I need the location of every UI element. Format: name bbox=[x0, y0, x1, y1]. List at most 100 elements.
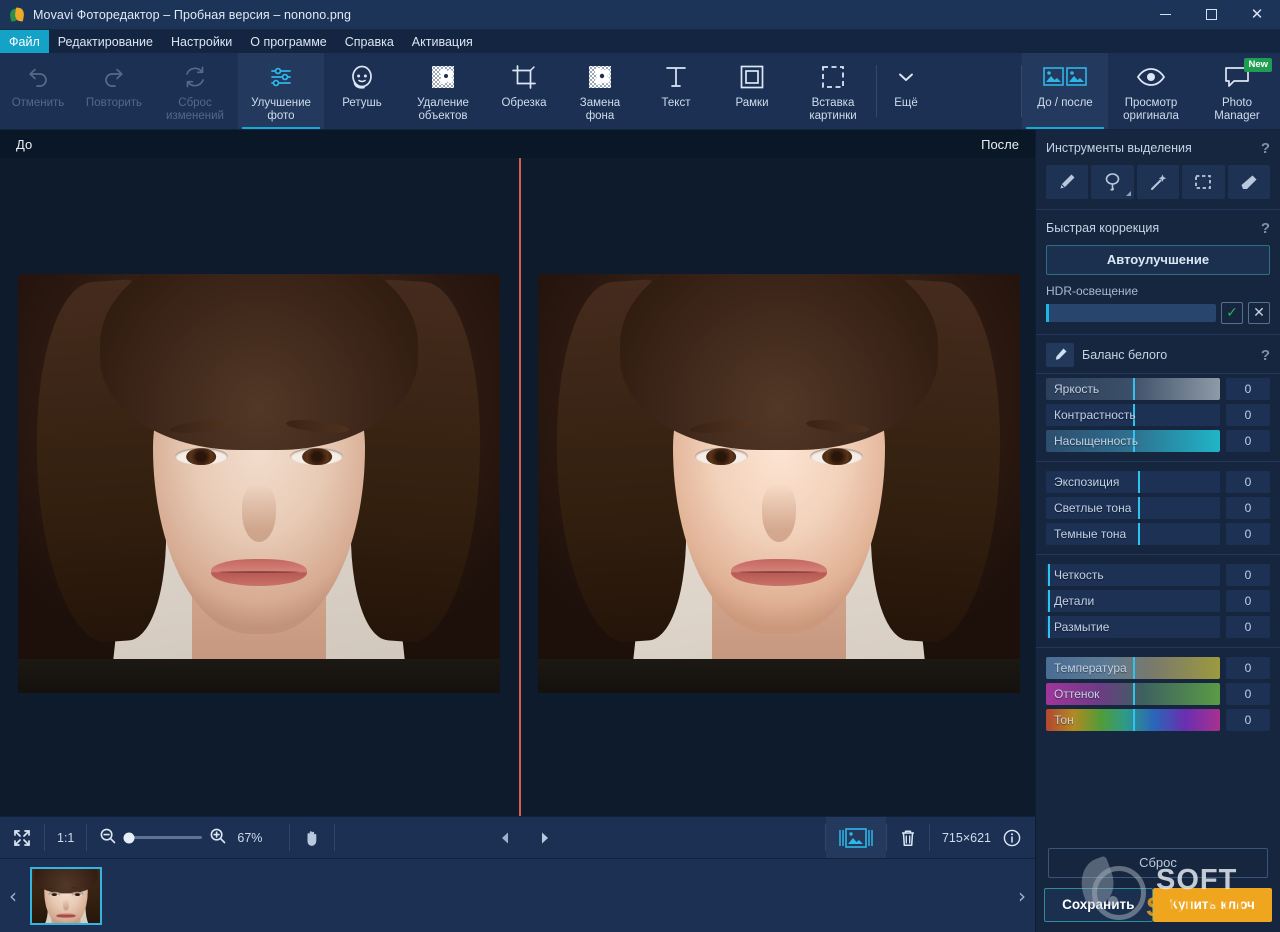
tool-object-removal[interactable]: Удаление объектов bbox=[400, 53, 486, 129]
quick-correction-section: Быстрая коррекция ? Автоулучшение HDR-ос… bbox=[1036, 210, 1280, 335]
selection-tools-row bbox=[1046, 165, 1270, 199]
slider-shadows-track[interactable]: Темные тона bbox=[1046, 523, 1220, 545]
slider-highlights-value[interactable]: 0 bbox=[1226, 497, 1270, 519]
check-icon[interactable]: ✓ bbox=[1221, 302, 1243, 324]
hdr-lighting-slider[interactable] bbox=[1046, 304, 1216, 322]
slider-clarity-track[interactable]: Четкость bbox=[1046, 564, 1220, 586]
menu-item-help[interactable]: Справка bbox=[336, 30, 403, 53]
slider-shadows-value[interactable]: 0 bbox=[1226, 523, 1270, 545]
tool-more[interactable]: Ещё bbox=[877, 53, 935, 129]
white-balance-help-icon[interactable]: ? bbox=[1261, 347, 1270, 364]
reset-button[interactable]: Сброс bbox=[1048, 848, 1268, 878]
slider-hue-value[interactable]: 0 bbox=[1226, 709, 1270, 731]
before-after-divider-handle[interactable] bbox=[519, 158, 521, 816]
fit-to-screen-icon[interactable] bbox=[0, 817, 44, 858]
slider-details-track[interactable]: Детали bbox=[1046, 590, 1220, 612]
slider-tint-value[interactable]: 0 bbox=[1226, 683, 1270, 705]
slider-clarity-value[interactable]: 0 bbox=[1226, 564, 1270, 586]
list-item[interactable] bbox=[30, 867, 102, 925]
maximize-icon[interactable] bbox=[1188, 0, 1234, 30]
menu-item-file[interactable]: Файл bbox=[0, 30, 49, 53]
info-icon[interactable] bbox=[1003, 817, 1035, 858]
slider-exposure-value[interactable]: 0 bbox=[1226, 471, 1270, 493]
tool-reset-changes[interactable]: Сброс изменений bbox=[152, 53, 238, 129]
menu-item-settings[interactable]: Настройки bbox=[162, 30, 241, 53]
auto-enhance-button[interactable]: Автоулучшение bbox=[1046, 245, 1270, 275]
slider-highlights-handle[interactable] bbox=[1138, 497, 1140, 519]
brush-icon[interactable] bbox=[1046, 165, 1088, 199]
lasso-icon[interactable] bbox=[1091, 165, 1133, 199]
selection-help-icon[interactable]: ? bbox=[1261, 140, 1270, 157]
slider-temperature-track[interactable]: Температура bbox=[1046, 657, 1220, 679]
image-canvas[interactable] bbox=[0, 158, 1035, 816]
canvas-bottom-bar: 1:1 67% bbox=[0, 816, 1035, 858]
menu-item-about[interactable]: О программе bbox=[241, 30, 335, 53]
menu-item-edit[interactable]: Редактирование bbox=[49, 30, 162, 53]
tool-more-label: Ещё bbox=[892, 97, 920, 110]
slider-tint-track[interactable]: Оттенок bbox=[1046, 683, 1220, 705]
magic-wand-icon[interactable] bbox=[1137, 165, 1179, 199]
zoom-out-icon[interactable] bbox=[99, 827, 117, 848]
slider-hue-handle[interactable] bbox=[1133, 709, 1135, 731]
zoom-slider[interactable] bbox=[124, 836, 202, 839]
right-panel: Инструменты выделения ? bbox=[1035, 130, 1280, 932]
prev-arrow-icon[interactable] bbox=[485, 817, 525, 858]
slider-contrast-value[interactable]: 0 bbox=[1226, 404, 1270, 426]
slider-clarity-handle[interactable] bbox=[1048, 564, 1050, 586]
tool-text[interactable]: Текст bbox=[638, 53, 714, 129]
minimize-icon[interactable] bbox=[1142, 0, 1188, 30]
zoom-slider-knob[interactable] bbox=[124, 832, 135, 843]
trash-icon[interactable] bbox=[887, 817, 929, 858]
slider-tint: Оттенок 0 bbox=[1046, 683, 1270, 705]
quick-correction-help-icon[interactable]: ? bbox=[1261, 220, 1270, 237]
slider-brightness-value[interactable]: 0 bbox=[1226, 378, 1270, 400]
hand-pan-icon[interactable] bbox=[290, 817, 334, 858]
slider-saturation-track[interactable]: Насыщенность bbox=[1046, 430, 1220, 452]
tool-redo[interactable]: Повторить bbox=[76, 53, 152, 129]
slider-shadows-handle[interactable] bbox=[1138, 523, 1140, 545]
tool-photo-manager[interactable]: New Photo Manager bbox=[1194, 53, 1280, 129]
slider-temperature-value[interactable]: 0 bbox=[1226, 657, 1270, 679]
slider-saturation-value[interactable]: 0 bbox=[1226, 430, 1270, 452]
tool-frames[interactable]: Рамки bbox=[714, 53, 790, 129]
slider-tint-handle[interactable] bbox=[1133, 683, 1135, 705]
tool-before-after[interactable]: До / после bbox=[1022, 53, 1108, 129]
slider-highlights-track[interactable]: Светлые тона bbox=[1046, 497, 1220, 519]
filmstrip-toggle-icon[interactable] bbox=[826, 817, 886, 858]
tool-view-original[interactable]: Просмотр оригинала bbox=[1108, 53, 1194, 129]
slider-contrast-track[interactable]: Контрастность bbox=[1046, 404, 1220, 426]
tool-background-replace[interactable]: Замена фона bbox=[562, 53, 638, 129]
tool-undo[interactable]: Отменить bbox=[0, 53, 76, 129]
eye-icon bbox=[1136, 61, 1166, 93]
chevron-right-icon[interactable]: › bbox=[1009, 884, 1035, 908]
next-arrow-icon[interactable] bbox=[525, 817, 565, 858]
slider-temperature-handle[interactable] bbox=[1133, 657, 1135, 679]
tool-retouch[interactable]: Ретушь bbox=[324, 53, 400, 129]
menu-item-activation[interactable]: Активация bbox=[403, 30, 482, 53]
close-icon[interactable]: ✕ bbox=[1234, 0, 1280, 30]
slider-blur-value[interactable]: 0 bbox=[1226, 616, 1270, 638]
slider-brightness-track[interactable]: Яркость bbox=[1046, 378, 1220, 400]
slider-highlights: Светлые тона 0 bbox=[1046, 497, 1270, 519]
eyedropper-icon[interactable] bbox=[1046, 343, 1074, 367]
slider-details-value[interactable]: 0 bbox=[1226, 590, 1270, 612]
slider-exposure-track[interactable]: Экспозиция bbox=[1046, 471, 1220, 493]
cross-icon[interactable]: ✕ bbox=[1248, 302, 1270, 324]
save-button[interactable]: Сохранить bbox=[1044, 888, 1153, 922]
slider-blur-track[interactable]: Размытие bbox=[1046, 616, 1220, 638]
slider-hue-track[interactable]: Тон bbox=[1046, 709, 1220, 731]
rect-select-icon[interactable] bbox=[1182, 165, 1224, 199]
buy-key-button[interactable]: Купить ключ bbox=[1153, 888, 1272, 922]
eraser-icon[interactable] bbox=[1228, 165, 1270, 199]
zoom-1-1-button[interactable]: 1:1 bbox=[45, 817, 86, 858]
slider-brightness-handle[interactable] bbox=[1133, 378, 1135, 400]
tool-enhance-photo[interactable]: Улучшение фото bbox=[238, 53, 324, 129]
app-window: Movavi Фоторедактор – Пробная версия – n… bbox=[0, 0, 1280, 932]
slider-exposure-handle[interactable] bbox=[1138, 471, 1140, 493]
tool-insert-image[interactable]: Вставка картинки bbox=[790, 53, 876, 129]
slider-blur-handle[interactable] bbox=[1048, 616, 1050, 638]
zoom-in-icon[interactable] bbox=[209, 827, 227, 848]
tool-crop[interactable]: Обрезка bbox=[486, 53, 562, 129]
slider-details-handle[interactable] bbox=[1048, 590, 1050, 612]
chevron-left-icon[interactable]: ‹ bbox=[0, 884, 26, 908]
